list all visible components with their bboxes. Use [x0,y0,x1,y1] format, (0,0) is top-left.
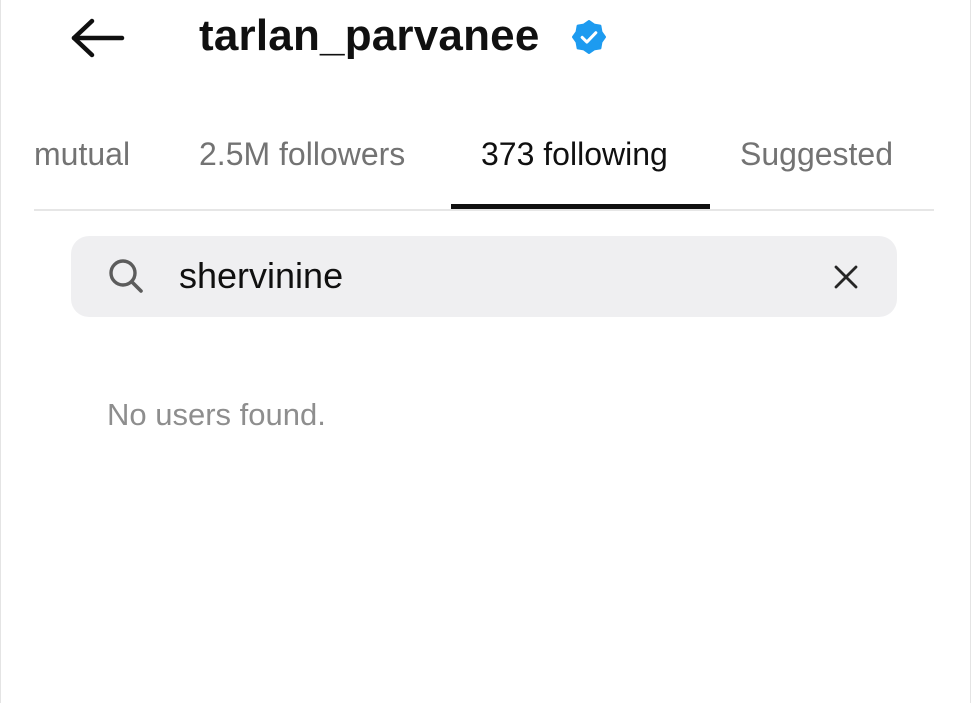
page-title: tarlan_parvanee [199,11,540,60]
tab-followers[interactable]: 2.5M followers [199,134,405,174]
verified-badge-icon [572,20,606,54]
search-bar [71,236,897,317]
search-icon [109,259,143,293]
empty-results-message: No users found. [107,397,326,432]
search-input[interactable] [179,251,799,301]
tab-following[interactable]: 373 following [481,134,668,174]
following-screen: tarlan_parvanee mutual 2.5M followers 37… [0,0,971,703]
tab-bar: mutual 2.5M followers 373 following Sugg… [34,118,934,211]
header: tarlan_parvanee [1,0,970,80]
tab-mutual[interactable]: mutual [34,134,130,174]
back-button[interactable] [67,14,129,62]
active-tab-indicator [451,204,710,209]
close-icon [834,265,858,289]
clear-search-button[interactable] [827,258,865,296]
arrow-left-icon [71,18,125,58]
tab-suggested[interactable]: Suggested [740,134,893,174]
